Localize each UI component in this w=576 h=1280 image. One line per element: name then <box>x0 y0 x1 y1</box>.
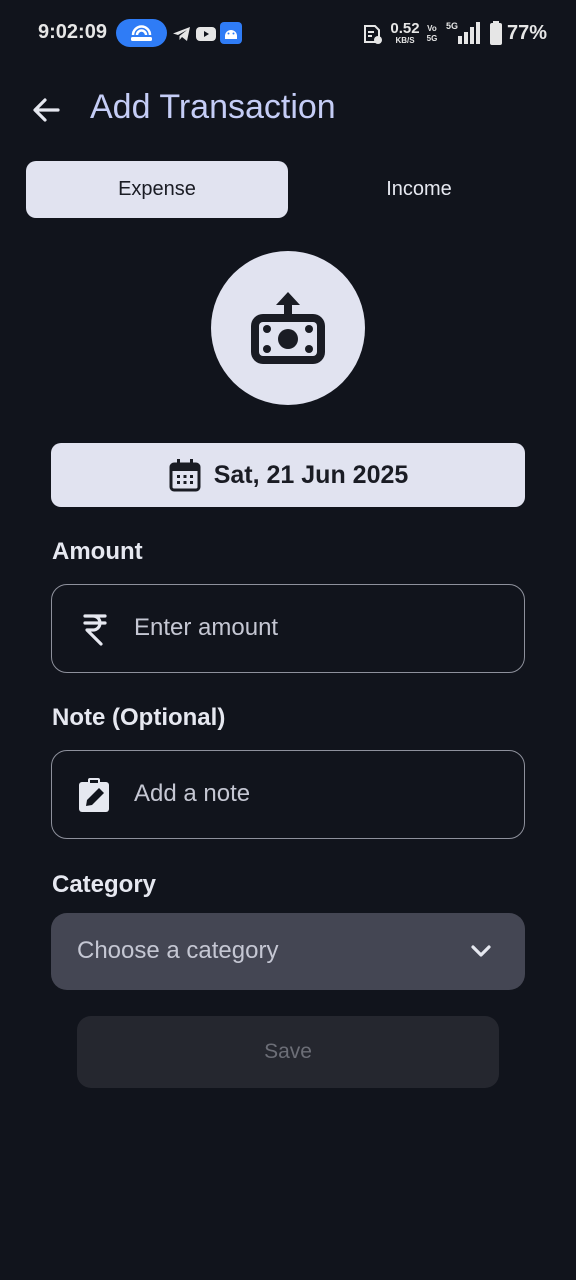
volte-indicator: Vo 5G <box>426 24 438 43</box>
amount-field[interactable] <box>51 584 525 673</box>
android-icon <box>220 22 242 44</box>
chevron-down-icon <box>471 945 491 957</box>
amount-label: Amount <box>52 538 143 565</box>
hotspot-icon <box>131 25 152 41</box>
edit-note-icon <box>76 777 112 813</box>
note-label: Note (Optional) <box>52 704 226 731</box>
battery-icon <box>490 21 502 45</box>
tab-expense[interactable]: Expense <box>26 161 288 218</box>
rupee-icon <box>76 611 112 647</box>
category-label: Category <box>52 871 157 898</box>
arrow-left-icon <box>33 98 60 122</box>
expense-money-icon <box>251 292 325 364</box>
status-time: 9:02:09 <box>38 21 107 43</box>
signal-icon <box>458 22 480 44</box>
date-label: Sat, 21 Jun 2025 <box>213 460 409 489</box>
note-input[interactable] <box>134 751 504 837</box>
network-speed: 0.52 KB/S <box>390 20 420 45</box>
signal-strength: 5G <box>446 21 484 45</box>
category-dropdown[interactable]: Choose a category <box>51 913 525 990</box>
category-placeholder: Choose a category <box>77 937 279 964</box>
note-field[interactable] <box>51 750 525 839</box>
battery-percent: 77% <box>507 22 548 44</box>
status-bar: 9:02:09 0.52 KB/S Vo 5G 5G 77% <box>0 0 576 66</box>
transaction-type-avatar <box>211 251 365 405</box>
back-button[interactable] <box>26 90 66 130</box>
youtube-icon <box>196 27 216 41</box>
amount-input[interactable] <box>134 585 504 671</box>
page-title: Add Transaction <box>90 88 336 126</box>
date-picker-button[interactable]: Sat, 21 Jun 2025 <box>51 443 525 507</box>
calendar-icon <box>169 459 201 492</box>
save-button[interactable]: Save <box>77 1016 499 1088</box>
tab-income[interactable]: Income <box>288 161 550 218</box>
sim-card-icon <box>364 25 382 44</box>
telegram-icon <box>173 27 190 41</box>
hotspot-indicator <box>116 19 167 47</box>
